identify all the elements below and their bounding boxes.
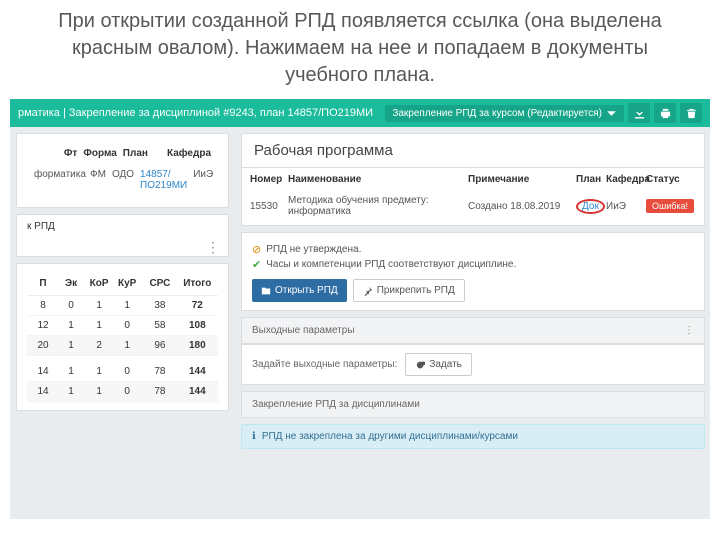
warning-icon: ⊘ [252,243,261,256]
status-dropdown[interactable]: Закрепление РПД за курсом (Редактируется… [385,105,624,122]
panel-title: Рабочая программа [241,133,705,168]
filter-card: Фт Форма План Кафедра форматика ФМ ОДО 1… [16,133,229,208]
refresh-icon [415,360,425,370]
assign-alert: ℹ РПД не закреплена за другими дисциплин… [241,424,705,449]
pin-icon [363,286,373,296]
table-row: 2012196180 [27,336,218,356]
table-row: 1211058108 [27,316,218,336]
grid-headers: П Эк КоР КуР СРС Итого [27,272,218,296]
status-hours-ok: ✔ Часы и компетенции РПД соответствуют д… [252,258,694,271]
program-panel: Номер Наименование Примечание План Кафед… [241,168,705,226]
status-badge: Ошибка! [646,199,694,213]
folder-icon [261,286,271,296]
filter-headers: Фт Форма План Кафедра [27,142,218,165]
more-menu[interactable]: ⋮ [684,325,694,336]
app-screenshot: рматика | Закрепление за дисциплиной #92… [10,99,710,519]
download-button[interactable] [628,103,650,123]
check-icon: ✔ [252,258,261,271]
left-column: Фт Форма План Кафедра форматика ФМ ОДО 1… [10,127,235,519]
chevron-down-icon [606,108,617,119]
print-icon [660,108,671,119]
attach-rpd-button[interactable]: Прикрепить РПД [353,279,465,302]
table-row: 80113872 [27,296,218,316]
top-bar: рматика | Закрепление за дисциплиной #92… [10,99,710,127]
table-row: 1411078144 [27,382,218,402]
k-rpd-card: к РПД ⋮ [16,214,229,257]
delete-button[interactable] [680,103,702,123]
table-row: 1411078144 [27,362,218,382]
assign-section-header[interactable]: Закрепление РПД за дисциплинами [241,391,705,418]
plan-link[interactable]: 14857/ПО219МИ [137,169,190,191]
k-rpd-label: к РПД [27,221,55,232]
info-icon: ℹ [252,431,256,442]
top-bar-title: рматика | Закрепление за дисциплиной #92… [18,107,373,119]
print-button[interactable] [654,103,676,123]
program-headers: Номер Наименование Примечание План Кафед… [242,168,704,191]
trash-icon [686,108,697,119]
slide-title: При открытии созданной РПД появляется сс… [0,0,720,95]
right-column: Рабочая программа Номер Наименование При… [235,127,710,519]
more-menu[interactable]: ⋮ [206,242,220,252]
hours-grid-card: П Эк КоР КуР СРС Итого 80113872 12110581… [16,263,229,411]
open-rpd-button[interactable]: Открыть РПД [252,279,347,302]
status-panel: ⊘ РПД не утверждена. ✔ Часы и компетенци… [241,232,705,311]
top-bar-actions: Закрепление РПД за курсом (Редактируется… [385,103,702,123]
program-row: 15530 Методика обучения предмету: информ… [242,191,704,225]
set-params-button[interactable]: Задать [405,353,472,376]
status-unapproved: ⊘ РПД не утверждена. [252,243,694,256]
params-section-header[interactable]: Выходные параметры ⋮ [241,317,705,344]
filter-row: форматика ФМ ОДО 14857/ПО219МИ ИиЭ [27,165,218,199]
dok-link[interactable]: Док [576,199,605,214]
params-section-body: Задайте выходные параметры: Задать [241,344,705,385]
download-icon [634,108,645,119]
